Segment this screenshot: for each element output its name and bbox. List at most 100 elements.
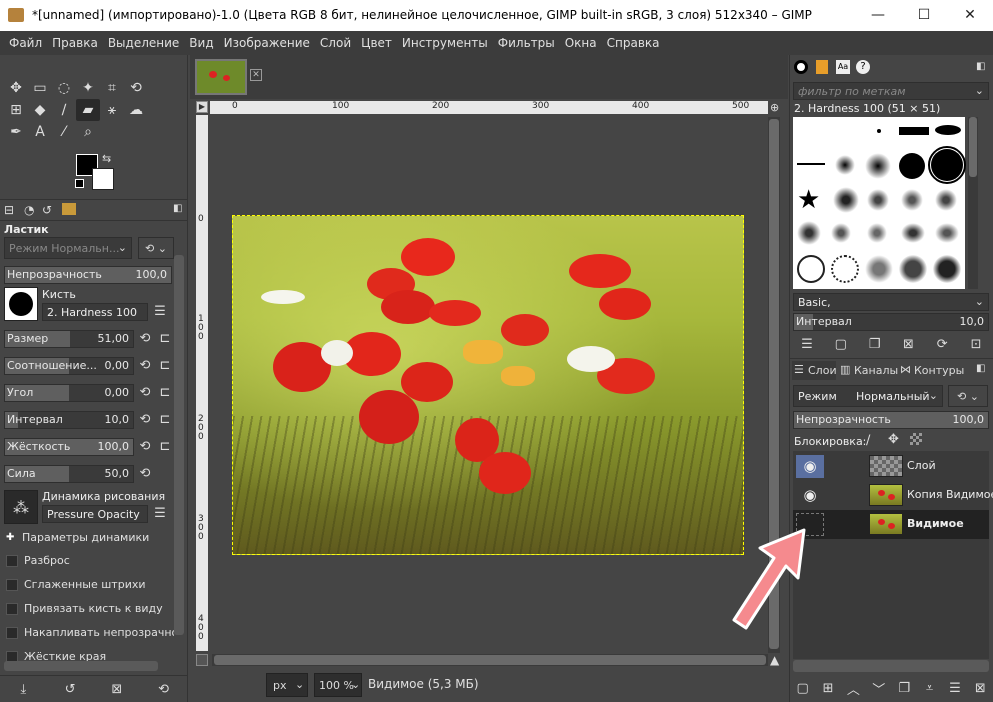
chain-angle-icon[interactable]: ⊏: [157, 384, 173, 402]
brush-tag-filter[interactable]: фильтр по меткам ⌄: [793, 82, 989, 100]
restore-options-icon[interactable]: ↺: [59, 682, 81, 697]
refresh-brushes-icon[interactable]: ⟳: [931, 337, 953, 352]
menu-image[interactable]: Изображение: [219, 36, 315, 50]
move-tool-icon[interactable]: ✥: [4, 77, 28, 99]
tool-options-vscrollbar[interactable]: [174, 255, 184, 635]
reset-colors-icon[interactable]: [75, 179, 84, 188]
brush-grid-scroll-thumb[interactable]: [969, 117, 977, 177]
menu-filters[interactable]: Фильтры: [493, 36, 560, 50]
undo-history-tab-icon[interactable]: ↺: [42, 203, 52, 217]
layer-row-selected[interactable]: Видимое: [793, 510, 989, 539]
fonts-tab-icon[interactable]: Aa: [836, 60, 850, 74]
new-layer-icon[interactable]: ▢: [792, 681, 814, 696]
canvas-hscroll-track[interactable]: [212, 654, 768, 666]
brush-grid[interactable]: ★: [793, 117, 966, 289]
reset-options-icon[interactable]: ⟲: [153, 682, 175, 697]
unit-select[interactable]: px ⌄: [266, 673, 308, 697]
layer-row[interactable]: ◉ Копия Видимое: [793, 481, 993, 510]
mode-select[interactable]: Режим Нормальн... ⌄: [4, 237, 132, 259]
duplicate-layer-icon[interactable]: ❐: [893, 681, 915, 696]
size-slider[interactable]: Размер 51,00: [4, 330, 134, 348]
zoom-to-fit-icon[interactable]: ⊕: [770, 101, 784, 114]
quick-mask-toggle[interactable]: [196, 654, 208, 666]
smudge-tool-icon[interactable]: ☁: [124, 99, 148, 121]
close-button[interactable]: ✕: [947, 0, 993, 31]
clone-tool-icon[interactable]: ⚹: [100, 99, 124, 121]
tab-layers[interactable]: ☰ Слои: [792, 361, 837, 380]
tool-options-tab-icon[interactable]: ⊟: [4, 203, 14, 217]
canvas-image[interactable]: [232, 215, 744, 555]
reset-size-icon[interactable]: ⟲: [137, 330, 153, 348]
dynamics-name-field[interactable]: Pressure Opacity: [42, 505, 148, 523]
warp-tool-icon[interactable]: ⊞: [4, 99, 28, 121]
fuzzy-select-tool-icon[interactable]: ✦: [76, 77, 100, 99]
menu-windows[interactable]: Окна: [560, 36, 602, 50]
swap-colors-icon[interactable]: ⇆: [102, 152, 111, 165]
menu-layer[interactable]: Слой: [315, 36, 356, 50]
menu-help[interactable]: Справка: [602, 36, 665, 50]
dock-menu-icon[interactable]: ◧: [976, 61, 985, 72]
brushes-tab-icon[interactable]: [794, 60, 808, 74]
layer-row[interactable]: ◉ Слой: [793, 452, 989, 481]
reset-spacing-icon[interactable]: ⟲: [137, 411, 153, 429]
brush-name-field[interactable]: 2. Hardness 100: [42, 303, 148, 321]
angle-slider[interactable]: Угол 0,00: [4, 384, 134, 402]
reset-angle-icon[interactable]: ⟲: [137, 384, 153, 402]
edit-brush-icon[interactable]: ☰: [796, 337, 818, 352]
lasso-tool-icon[interactable]: ◌: [52, 77, 76, 99]
menu-edit[interactable]: Правка: [47, 36, 103, 50]
brush-grid-scrollbar[interactable]: [968, 117, 978, 289]
tool-options-hscrollbar[interactable]: [4, 661, 158, 671]
maximize-button[interactable]: ☐: [901, 0, 947, 31]
opacity-slider[interactable]: Непрозрачность 100,0: [4, 266, 172, 284]
paths-tool-icon[interactable]: ✒: [4, 121, 28, 143]
brush-spacing-slider[interactable]: Интервал 10,0: [793, 313, 989, 331]
reset-hardness-icon[interactable]: ⟲: [137, 438, 153, 456]
mode-reset-button[interactable]: ⟲ ⌄: [138, 237, 174, 259]
zoom-tool-icon[interactable]: ⌕: [76, 121, 100, 143]
delete-layer-icon[interactable]: ⊠: [969, 681, 991, 696]
lock-pixels-icon[interactable]: ∕: [866, 433, 870, 448]
crop-tool-icon[interactable]: ⌗: [100, 77, 124, 99]
layer-mode-select[interactable]: Режим Нормальный ⌄: [793, 385, 943, 407]
save-options-icon[interactable]: ⤓: [12, 682, 34, 697]
smooth-stroke-checkbox[interactable]: [6, 579, 18, 591]
open-brush-icon[interactable]: ⊡: [965, 337, 987, 352]
chain-aspect-icon[interactable]: ⊏: [157, 357, 173, 375]
menu-colors[interactable]: Цвет: [356, 36, 397, 50]
layer-visibility-toggle[interactable]: ◉: [796, 455, 824, 478]
zoom-select[interactable]: 100 % ⌄: [314, 673, 362, 697]
close-tab-icon[interactable]: ✕: [250, 69, 262, 81]
background-color-swatch[interactable]: [92, 168, 114, 190]
bucket-fill-tool-icon[interactable]: ◆: [28, 99, 52, 121]
layer-mode-reset-button[interactable]: ⟲ ⌄: [948, 385, 988, 407]
dynamics-params-expander[interactable]: Параметры динамики: [22, 531, 149, 544]
brush-preset-select[interactable]: Basic, ⌄: [793, 293, 989, 311]
eraser-tool-icon[interactable]: ▰: [76, 99, 100, 121]
menu-select[interactable]: Выделение: [103, 36, 184, 50]
hardness-slider[interactable]: Жёсткость 100,0: [4, 438, 134, 456]
layer-visibility-toggle[interactable]: ◉: [796, 484, 824, 507]
dock-menu-icon[interactable]: ◧: [173, 203, 182, 214]
delete-options-icon[interactable]: ⊠: [106, 682, 128, 697]
scatter-checkbox[interactable]: [6, 555, 18, 567]
delete-brush-icon[interactable]: ⊠: [897, 337, 919, 352]
reset-force-icon[interactable]: ⟲: [137, 465, 153, 483]
chain-size-icon[interactable]: ⊏: [157, 330, 173, 348]
edit-dynamics-icon[interactable]: ☰: [152, 505, 168, 523]
patterns-tab-icon[interactable]: [816, 60, 828, 74]
navigate-icon[interactable]: ▲: [770, 653, 779, 667]
brush-preview[interactable]: [4, 287, 38, 321]
reset-aspect-icon[interactable]: ⟲: [137, 357, 153, 375]
tab-channels[interactable]: ▥ Каналы: [838, 361, 898, 380]
rect-select-tool-icon[interactable]: ▭: [28, 77, 52, 99]
color-picker-tool-icon[interactable]: ⁄: [52, 121, 76, 143]
image-tab-thumbnail[interactable]: [195, 59, 247, 95]
new-layer-group-icon[interactable]: ⊞: [817, 681, 839, 696]
layers-hscrollbar[interactable]: [793, 660, 989, 672]
dynamics-preview-icon[interactable]: ⁂: [4, 490, 38, 524]
tab-paths[interactable]: ⋈ Контуры: [898, 361, 964, 380]
new-brush-icon[interactable]: ▢: [830, 337, 852, 352]
menu-file[interactable]: Файл: [4, 36, 47, 50]
lock-position-icon[interactable]: ✥: [888, 432, 899, 447]
